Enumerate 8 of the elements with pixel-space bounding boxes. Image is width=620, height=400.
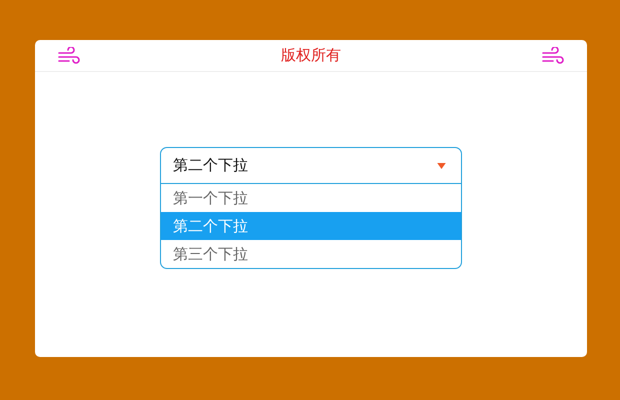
dropdown-option[interactable]: 第一个下拉: [161, 184, 461, 212]
wind-icon[interactable]: [57, 46, 81, 64]
caret-icon: [437, 162, 446, 168]
header-title: 版权所有: [281, 46, 341, 65]
dropdown-value: 第二个下拉: [173, 156, 248, 175]
dropdown-option[interactable]: 第三个下拉: [161, 240, 461, 268]
wind-icon[interactable]: [541, 46, 565, 64]
dropdown[interactable]: 第二个下拉 第一个下拉 第二个下拉 第三个下拉: [160, 147, 462, 269]
